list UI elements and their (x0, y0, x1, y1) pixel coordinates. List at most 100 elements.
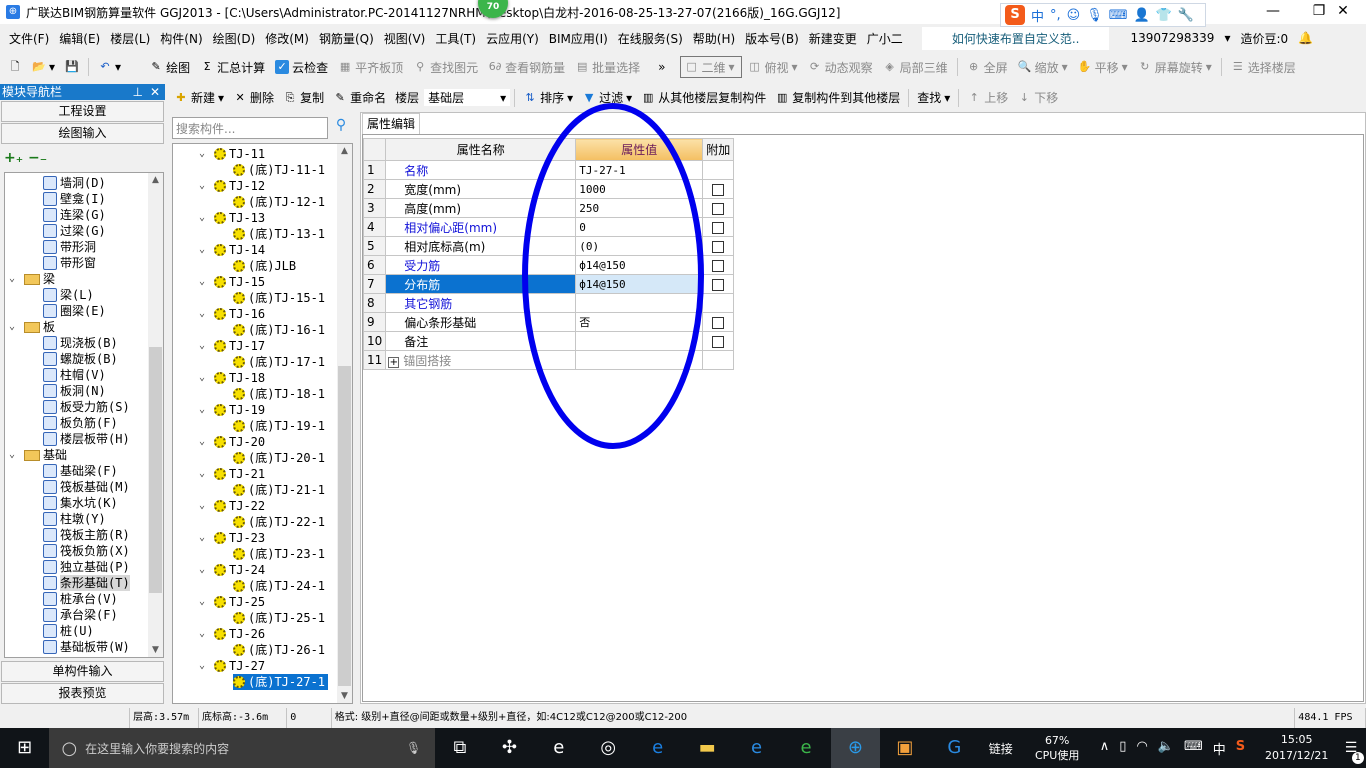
notification-icon[interactable]: ☰ 1 (1336, 740, 1366, 764)
property-row[interactable]: 5 相对底标高(m) (0) (362, 236, 735, 256)
extra-checkbox[interactable] (712, 240, 725, 253)
component-search-input[interactable]: 搜索构件... (172, 117, 328, 139)
property-value[interactable]: 1000 (575, 179, 704, 199)
component-item[interactable]: ⌄ TJ-20 (199, 434, 265, 450)
expand-all-icon[interactable]: +₊ (4, 150, 23, 166)
property-name[interactable]: 受力筋 (385, 255, 577, 275)
property-value[interactable]: 否 (575, 312, 704, 332)
battery-icon[interactable]: ▯ (1119, 739, 1126, 758)
property-row[interactable]: 2 宽度(mm) 1000 (362, 179, 735, 199)
property-name[interactable]: 相对底标高(m) (385, 236, 577, 256)
draw-button[interactable]: ✎ 绘图 (145, 59, 194, 76)
nav-item[interactable]: 连梁(G) (43, 207, 106, 223)
property-row[interactable]: 1 名称 TJ-27-1 (362, 160, 735, 180)
account-dropdown-icon[interactable]: ▾ (1219, 31, 1235, 45)
notes-app-icon[interactable]: ▣ (880, 728, 929, 768)
nav-item[interactable]: ⌄ 基础 (9, 447, 67, 463)
property-value[interactable] (575, 331, 704, 351)
chevron-down-icon[interactable]: ⌄ (199, 370, 211, 386)
chevron-down-icon[interactable]: ⌄ (199, 306, 211, 322)
sort-button[interactable]: ⇅ 排序 ▾ (519, 89, 577, 106)
component-child-item[interactable]: (底)TJ-17-1 (233, 354, 325, 370)
file-explorer-icon[interactable]: ▬ (682, 728, 731, 768)
component-item[interactable]: ⌄ TJ-14 (199, 242, 265, 258)
property-name[interactable]: 分布筋 (385, 274, 577, 294)
extra-checkbox[interactable] (712, 202, 725, 215)
open-button[interactable]: 📂 ▾ (28, 60, 59, 74)
taskbar-search[interactable]: ○ 在这里输入你要搜索的内容 🎙 (49, 728, 436, 768)
property-name[interactable]: 高度(mm) (385, 198, 577, 218)
edge-icon[interactable]: e (633, 728, 682, 768)
extra-checkbox[interactable] (712, 183, 725, 196)
nav-item[interactable]: 基础板带(W) (43, 639, 130, 655)
chevron-down-icon[interactable]: ⌄ (199, 274, 211, 290)
chevron-down-icon[interactable]: ⌄ (199, 594, 211, 610)
nav-item[interactable]: 条形基础(T) (43, 575, 130, 591)
view-rebar-button[interactable]: 6∂ 查看钢筋量 (484, 59, 569, 76)
chevron-down-icon[interactable]: ⌄ (199, 178, 211, 194)
tab-property-edit[interactable]: 属性编辑 (362, 113, 420, 134)
delete-button[interactable]: ✕ 删除 (229, 89, 278, 106)
extra-checkbox[interactable] (712, 221, 725, 234)
link-label[interactable]: 链接 (979, 740, 1023, 757)
cpu-usage[interactable]: 67% CPU使用 (1023, 733, 1092, 763)
clock[interactable]: 15:05 2017/12/21 (1257, 732, 1336, 764)
header-extra[interactable]: 附加 (702, 138, 735, 161)
menu-item-8[interactable]: 工具(T) (430, 30, 481, 47)
nav-item[interactable]: 桩(U) (43, 623, 94, 639)
align-slab-button[interactable]: ▦ 平齐板顶 (334, 59, 407, 76)
property-row[interactable]: 7 分布筋 ф14@150 (362, 274, 735, 294)
chevron-down-icon[interactable]: ⌄ (199, 242, 211, 258)
undo-button[interactable]: ↶ ▾ (94, 60, 125, 74)
close-button[interactable]: ✕ (1320, 0, 1366, 24)
component-child-item[interactable]: (底)TJ-15-1 (233, 290, 325, 306)
keyboard-icon[interactable]: ⌨ (1109, 8, 1128, 23)
search-icon[interactable]: ⚲ (331, 117, 351, 139)
component-item[interactable]: ⌄ TJ-27 (199, 658, 265, 674)
glodon-g-icon[interactable]: G (930, 728, 979, 768)
sogou-icon[interactable]: S (1005, 5, 1025, 25)
chevron-down-icon[interactable]: ⌄ (9, 271, 21, 287)
chevron-down-icon[interactable]: ⌄ (199, 562, 211, 578)
nav-item[interactable]: 带形窗 (43, 255, 96, 271)
glodon-app-icon[interactable]: ⊕ (830, 728, 881, 768)
property-value[interactable]: ф14@150 (575, 274, 704, 294)
sogou-tray-icon[interactable]: S (1236, 739, 1245, 758)
dynamic-view-button[interactable]: ⟳ 动态观察 (804, 59, 877, 76)
chevron-down-icon[interactable]: ⌄ (199, 434, 211, 450)
component-child-item[interactable]: (底)TJ-16-1 (233, 322, 325, 338)
property-value[interactable] (575, 350, 704, 370)
chevron-down-icon[interactable]: ⌄ (9, 447, 21, 463)
nav-item[interactable]: 墙洞(D) (43, 175, 106, 191)
pan-button[interactable]: ✋ 平移 ▾ (1074, 59, 1132, 76)
ime-toolbar[interactable]: S 中 °, ☺ 🎙 ⌨ 👤 👕 🔧 (1000, 3, 1206, 27)
sum-button[interactable]: Σ 汇总计算 (196, 59, 269, 76)
property-name[interactable]: 备注 (385, 331, 577, 351)
copy-button[interactable]: ⎘ 复制 (279, 89, 328, 106)
menu-item-10[interactable]: BIM应用(I) (544, 30, 613, 47)
extra-checkbox[interactable] (712, 278, 725, 291)
extra-checkbox[interactable] (712, 259, 725, 272)
copy-to-floor-button[interactable]: ▥ 复制构件到其他楼层 (771, 89, 904, 106)
chevron-down-icon[interactable]: ⌄ (199, 466, 211, 482)
menu-item-14[interactable]: 新建变更 (804, 30, 862, 47)
component-child-item[interactable]: (底)TJ-12-1 (233, 194, 325, 210)
component-item[interactable]: ⌄ TJ-25 (199, 594, 265, 610)
header-property-name[interactable]: 属性名称 (385, 138, 577, 161)
keyboard-icon[interactable]: ⌨ (1184, 739, 1203, 758)
property-value[interactable]: 0 (575, 217, 704, 237)
nav-item[interactable]: ⌄ 板 (9, 319, 55, 335)
find-element-button[interactable]: ⚲ 查找图元 (409, 59, 482, 76)
ime-mode[interactable]: 中 (1031, 6, 1044, 25)
drawing-input-button[interactable]: 绘图输入 (1, 123, 164, 144)
component-child-item[interactable]: (底)TJ-25-1 (233, 610, 325, 626)
view-mode-select[interactable]: □ 二维 ▾ (679, 56, 742, 78)
nav-scrollbar[interactable]: ▲ ▼ (148, 173, 163, 657)
project-settings-button[interactable]: 工程设置 (1, 101, 164, 122)
property-name[interactable]: 宽度(mm) (385, 179, 577, 199)
component-item[interactable]: ⌄ TJ-18 (199, 370, 265, 386)
component-item[interactable]: ⌄ TJ-15 (199, 274, 265, 290)
nav-item[interactable]: ⌄ 梁 (9, 271, 55, 287)
component-child-item[interactable]: (底)TJ-18-1 (233, 386, 325, 402)
fan-app-icon[interactable]: ✣ (485, 728, 534, 768)
